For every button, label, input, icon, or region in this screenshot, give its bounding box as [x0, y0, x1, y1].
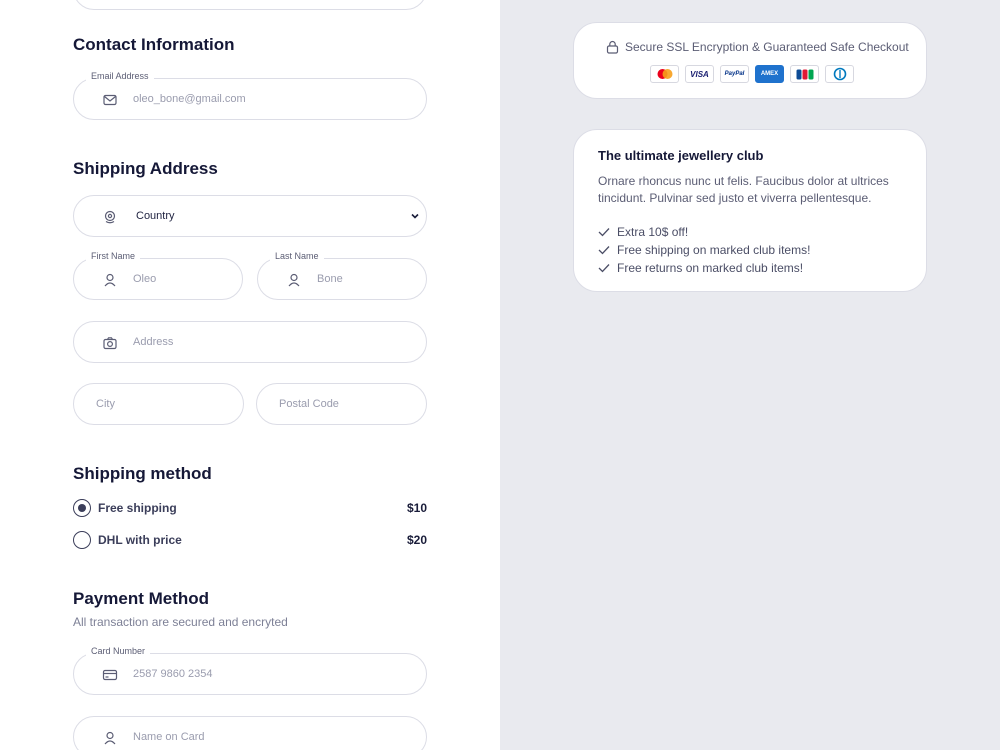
- last-name-label: Last Name: [270, 251, 324, 261]
- last-name-field[interactable]: Last Name Bone: [257, 251, 427, 300]
- location-pin-icon: [104, 210, 116, 224]
- first-name-input[interactable]: Oleo: [133, 273, 156, 285]
- email-field[interactable]: Email Address oleo_bone@gmail.com: [73, 71, 427, 120]
- jewellery-club-card: The ultimate jewellery club Ornare rhonc…: [573, 129, 927, 292]
- shipping-option-dhl[interactable]: DHL with price $20: [73, 530, 427, 550]
- address-input[interactable]: Address: [133, 336, 173, 348]
- city-field[interactable]: City: [73, 383, 244, 425]
- radio-dhl[interactable]: [73, 531, 91, 549]
- shipping-method-title: Shipping method: [73, 464, 212, 483]
- chevron-down-icon: [411, 213, 419, 219]
- shipping-option-free[interactable]: Free shipping $10: [73, 498, 427, 518]
- user-icon: [288, 273, 300, 287]
- mastercard-icon: [650, 65, 679, 83]
- list-item: Free returns on marked club items!: [598, 259, 810, 277]
- name-on-card-field[interactable]: Name on Card: [73, 716, 427, 750]
- user-icon: [104, 731, 116, 745]
- checkout-form-panel: Contact Information Email Address oleo_b…: [0, 0, 500, 750]
- shipping-address-title: Shipping Address: [73, 159, 218, 178]
- postal-code-input[interactable]: Postal Code: [279, 398, 339, 410]
- jcb-icon: [790, 65, 819, 83]
- lock-icon: [606, 40, 619, 54]
- perk-text: Free returns on marked club items!: [617, 261, 804, 275]
- check-icon: [598, 228, 610, 237]
- shipping-option-label: DHL with price: [98, 533, 182, 547]
- card-number-input[interactable]: 2587 9860 2354: [133, 668, 213, 680]
- club-description: Ornare rhoncus nunc ut felis. Faucibus d…: [598, 174, 889, 205]
- list-item: Free shipping on marked club items!: [598, 241, 810, 259]
- address-field[interactable]: Address: [73, 321, 427, 363]
- diners-icon: [825, 65, 854, 83]
- camera-icon: [103, 337, 117, 350]
- previous-field[interactable]: [73, 0, 427, 10]
- first-name-field[interactable]: First Name Oleo: [73, 251, 243, 300]
- user-icon: [104, 273, 116, 287]
- secure-checkout-text: Secure SSL Encryption & Guaranteed Safe …: [606, 40, 909, 54]
- secure-checkout-card: Secure SSL Encryption & Guaranteed Safe …: [573, 22, 927, 99]
- order-sidebar: Secure SSL Encryption & Guaranteed Safe …: [500, 0, 1000, 750]
- shipping-option-price: $10: [406, 501, 427, 515]
- contact-title: Contact Information: [73, 35, 235, 54]
- club-perks: Extra 10$ off! Free shipping on marked c…: [598, 223, 810, 277]
- visa-icon: VISA: [685, 65, 714, 83]
- credit-card-icon: [102, 669, 118, 681]
- first-name-label: First Name: [86, 251, 141, 261]
- country-select[interactable]: Country: [73, 195, 427, 237]
- list-item: Extra 10$ off!: [598, 223, 810, 241]
- shipping-option-label: Free shipping: [98, 501, 177, 515]
- payment-icons: VISA PayPal AMEX: [650, 65, 854, 83]
- mail-icon: [103, 94, 117, 106]
- amex-icon: AMEX: [755, 65, 784, 83]
- perk-text: Free shipping on marked club items!: [617, 243, 811, 257]
- check-icon: [598, 246, 610, 255]
- card-number-field[interactable]: Card Number 2587 9860 2354: [73, 646, 427, 695]
- paypal-icon: PayPal: [720, 65, 749, 83]
- postal-code-field[interactable]: Postal Code: [256, 383, 427, 425]
- perk-text: Extra 10$ off!: [617, 225, 689, 239]
- email-label: Email Address: [86, 71, 154, 81]
- payment-method-title: Payment Method: [73, 589, 210, 608]
- payment-subtitle: All transaction are secured and encryted: [73, 615, 288, 629]
- email-input[interactable]: oleo_bone@gmail.com: [133, 93, 246, 105]
- club-title: The ultimate jewellery club: [598, 148, 764, 163]
- city-input[interactable]: City: [96, 398, 115, 410]
- secure-text: Secure SSL Encryption & Guaranteed Safe …: [625, 40, 909, 54]
- shipping-option-price: $20: [406, 533, 427, 547]
- name-on-card-input[interactable]: Name on Card: [133, 731, 205, 743]
- card-number-label: Card Number: [86, 646, 151, 656]
- last-name-input[interactable]: Bone: [317, 273, 343, 285]
- country-select-value: Country: [136, 210, 175, 222]
- check-icon: [598, 264, 610, 273]
- radio-free-shipping[interactable]: [73, 499, 91, 517]
